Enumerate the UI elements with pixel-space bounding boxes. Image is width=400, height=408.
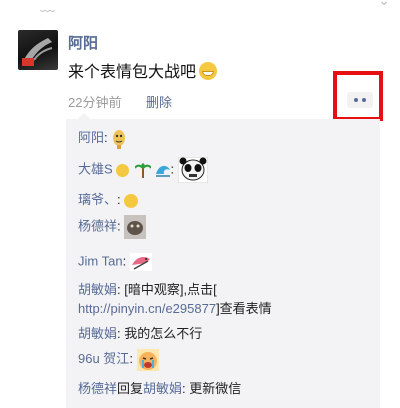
sticker-link[interactable]: http://pinyin.cn/e295877 xyxy=(78,301,216,316)
comment-colon: : xyxy=(117,192,121,207)
cookie-sticker xyxy=(113,129,126,149)
comment-row[interactable]: 大雄S : xyxy=(78,157,208,183)
comment-row[interactable]: 杨德祥: xyxy=(78,215,147,239)
comment-text: : 我的怎么不行 xyxy=(117,326,203,341)
comment-text: : [暗中观察],点击[ xyxy=(117,282,217,297)
comment-author[interactable]: 胡敏娟 xyxy=(78,282,117,297)
wave-icon xyxy=(155,165,170,177)
comment-row[interactable]: 胡敏娟: [暗中观察],点击[ xyxy=(78,279,217,298)
bird-sticker xyxy=(129,253,152,271)
smile-emoji-icon xyxy=(124,193,139,208)
previous-post-fragment: ﹏ ⌄ xyxy=(0,0,400,14)
delete-button[interactable]: 删除 xyxy=(146,92,172,111)
comment-author[interactable]: 杨德祥 xyxy=(78,381,117,396)
comment-row[interactable]: Jim Tan: xyxy=(78,253,152,271)
comment-colon: : xyxy=(170,161,175,177)
comment-author[interactable]: 96u 贺江 xyxy=(78,351,129,366)
panda-sticker xyxy=(177,157,208,183)
reply-word: 回复 xyxy=(117,381,144,396)
cut-off-text: ﹏ xyxy=(40,0,56,14)
comments-panel: 阿阳: 大雄S : 璃爷、: 杨德祥: Jim Tan: 胡敏娟: [暗中观察]… xyxy=(66,113,380,408)
comment-author[interactable]: 璃爷、 xyxy=(78,192,117,207)
comment-colon: : xyxy=(117,218,121,234)
comment-row-continuation: http://pinyin.cn/e295877]查看表情 xyxy=(78,298,272,317)
cat-photo-sticker xyxy=(124,215,147,239)
comment-text: : 更新微信 xyxy=(182,381,242,396)
chevron-icon: ⌄ xyxy=(378,0,390,8)
post-timestamp: 22分钟前 xyxy=(68,95,122,110)
comment-author[interactable]: 杨德祥 xyxy=(78,218,117,233)
comment-author[interactable]: 胡敏娟 xyxy=(78,326,117,341)
comment-row[interactable]: 胡敏娟: 我的怎么不行 xyxy=(78,323,202,342)
grin-emoji-icon xyxy=(199,62,218,80)
comment-row[interactable]: 96u 贺江: xyxy=(78,348,159,371)
post-text: 来个表情包大战吧 xyxy=(68,58,218,82)
comment-colon: : xyxy=(122,253,127,269)
comment-colon: : xyxy=(129,351,133,366)
reply-target[interactable]: 胡敏娟 xyxy=(143,381,182,396)
flag-icon xyxy=(22,58,34,66)
crying-sticker xyxy=(136,348,159,371)
comment-row[interactable]: 阿阳: xyxy=(78,127,127,149)
smile-emoji-icon xyxy=(116,163,130,177)
comment-author[interactable]: 大雄S xyxy=(78,161,113,176)
palm-tree-icon xyxy=(134,163,151,178)
comment-row[interactable]: 杨德祥回复胡敏娟: 更新微信 xyxy=(78,378,241,397)
highlight-box xyxy=(333,71,383,121)
comment-colon: : xyxy=(104,130,108,145)
comment-text: ]查看表情 xyxy=(216,301,272,316)
comment-row[interactable]: 璃爷、: xyxy=(78,189,140,208)
post-text-content: 来个表情包大战吧 xyxy=(68,64,197,81)
post-author-name[interactable]: 阿阳 xyxy=(68,32,98,53)
comment-author[interactable]: 阿阳 xyxy=(78,130,104,145)
comment-author[interactable]: Jim Tan xyxy=(78,253,123,268)
